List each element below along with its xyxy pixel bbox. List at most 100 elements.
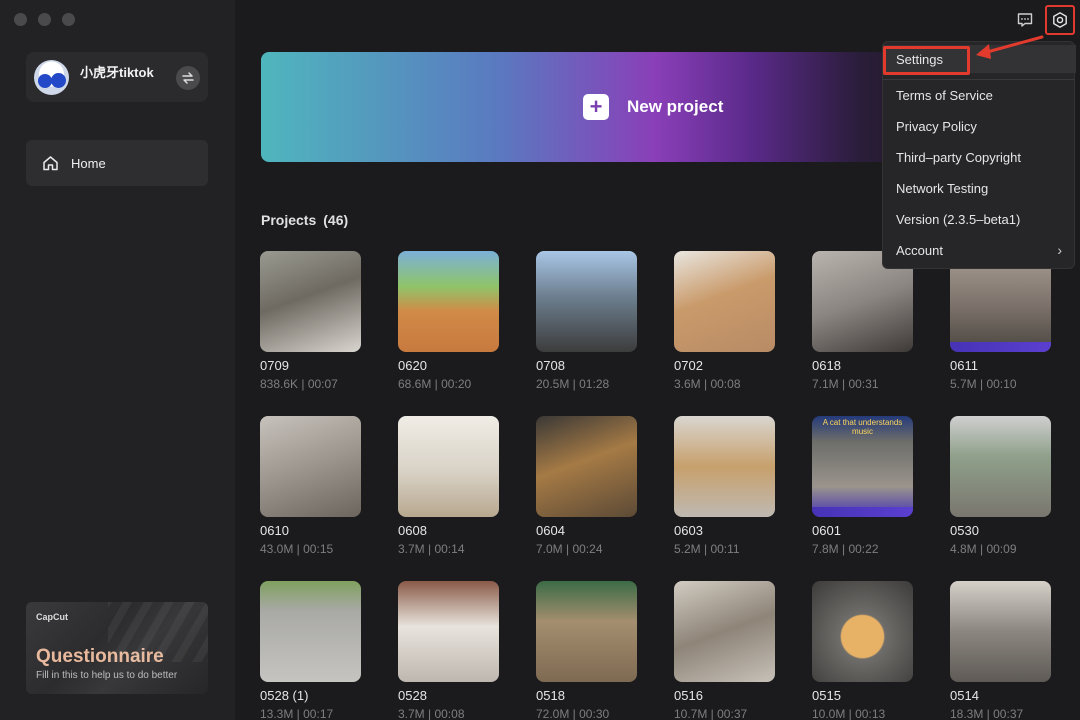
project-meta: 10.0M | 00:13 [812,707,886,720]
menu-item-privacy[interactable]: Privacy Policy [883,112,1076,140]
project-name: 0708 [536,358,565,373]
menu-item-terms[interactable]: Terms of Service [883,81,1076,109]
menu-item-account[interactable]: Account › [883,236,1076,264]
app-window: 小虎牙tiktok Home CapCut Questionnaire Fill… [0,0,1080,720]
project-thumbnail[interactable] [812,581,913,682]
avatar [34,60,69,95]
project-meta: 18.3M | 00:37 [950,707,1024,720]
project-meta: 4.8M | 00:09 [950,542,1017,556]
project-thumbnail[interactable] [536,581,637,682]
project-name: 0530 [950,523,979,538]
project-name: 0528 (1) [260,688,309,703]
project-card[interactable]: 0611 5.7M | 00:10 [950,251,1051,391]
project-name: 0702 [674,358,703,373]
switch-account-icon [182,72,194,84]
project-thumbnail[interactable] [398,251,499,352]
project-name: 0604 [536,523,565,538]
questionnaire-banner[interactable]: CapCut Questionnaire Fill in this to hel… [26,602,208,694]
maximize-window-button[interactable] [62,13,75,26]
menu-item-label: Privacy Policy [896,118,977,134]
project-name: 0514 [950,688,979,703]
project-thumbnail[interactable] [674,416,775,517]
project-meta: 7.1M | 00:31 [812,377,879,391]
project-meta: 838.6K | 00:07 [260,377,338,391]
project-card[interactable]: A cat that understands music 0601 7.8M | 0… [812,416,913,556]
project-thumbnail[interactable] [674,251,775,352]
project-card[interactable]: 0620 68.6M | 00:20 [398,251,499,391]
thumbnail-caption: A cat that understands music [822,418,903,436]
project-name: 0618 [812,358,841,373]
new-project-label: New project [627,97,724,116]
project-meta: 5.2M | 00:11 [674,542,740,556]
menu-item-label: Third–party Copyright [896,149,1021,165]
menu-item-copyright[interactable]: Third–party Copyright [883,143,1076,171]
project-thumbnail[interactable] [260,581,361,682]
project-meta: 7.8M | 00:22 [812,542,879,556]
project-name: 0528 [398,688,427,703]
project-card[interactable]: 0515 10.0M | 00:13 [812,581,913,720]
menu-divider [883,79,1074,80]
window-controls [14,13,75,26]
project-card[interactable]: 0528 3.7M | 00:08 [398,581,499,720]
project-card[interactable]: 0618 7.1M | 00:31 [812,251,913,391]
project-meta: 13.3M | 00:17 [260,707,334,720]
project-card[interactable]: 0528 (1) 13.3M | 00:17 [260,581,361,720]
project-meta: 5.7M | 00:10 [950,377,1017,391]
user-card[interactable]: 小虎牙tiktok [26,52,208,102]
questionnaire-subtitle: Fill in this to help us to do better [36,670,178,681]
settings-menu: Settings Terms of Service Privacy Policy Th… [882,41,1076,269]
projects-title: Projects (46) [261,212,349,228]
annotation-arrow [976,35,1044,59]
project-card[interactable]: 0709 838.6K | 00:07 [260,251,361,391]
project-card[interactable]: 0608 3.7M | 00:14 [398,416,499,556]
project-thumbnail[interactable] [950,416,1051,517]
username: 小虎牙tiktok [80,65,154,80]
project-card[interactable]: 0518 72.0M | 00:30 [536,581,637,720]
project-meta: 10.7M | 00:37 [674,707,748,720]
project-thumbnail[interactable]: A cat that understands music [812,416,913,517]
project-card[interactable]: 0514 18.3M | 00:37 [950,581,1051,720]
project-card[interactable]: 0702 3.6M | 00:08 [674,251,775,391]
project-thumbnail[interactable] [260,416,361,517]
menu-item-network-testing[interactable]: Network Testing [883,174,1076,202]
project-meta: 20.5M | 01:28 [536,377,610,391]
project-card[interactable]: 0530 4.8M | 00:09 [950,416,1051,556]
feedback-icon[interactable] [1016,11,1034,29]
project-name: 0610 [260,523,289,538]
project-thumbnail[interactable] [536,416,637,517]
minimize-window-button[interactable] [38,13,51,26]
project-thumbnail[interactable] [260,251,361,352]
sidebar: 小虎牙tiktok Home CapCut Questionnaire Fill… [0,0,235,720]
project-meta: 7.0M | 00:24 [536,542,603,556]
chevron-right-icon: › [1057,242,1062,258]
project-name: 0709 [260,358,289,373]
plus-icon: + [583,94,609,120]
project-name: 0516 [674,688,703,703]
project-meta: 3.6M | 00:08 [674,377,741,391]
project-card[interactable]: 0708 20.5M | 01:28 [536,251,637,391]
project-thumbnail[interactable] [536,251,637,352]
project-card[interactable]: 0516 10.7M | 00:37 [674,581,775,720]
project-thumbnail[interactable] [950,581,1051,682]
thumbnail-band [812,507,913,517]
project-meta: 68.6M | 00:20 [398,377,472,391]
project-name: 0601 [812,523,841,538]
project-meta: 3.7M | 00:14 [398,542,465,556]
settings-highlight-box [883,46,970,75]
new-project-button[interactable]: + New project [261,52,941,162]
project-card[interactable]: 0604 7.0M | 00:24 [536,416,637,556]
close-window-button[interactable] [14,13,27,26]
capcut-logo: CapCut [36,612,68,622]
sidebar-item-home[interactable]: Home [26,140,208,186]
project-card[interactable]: 0603 5.2M | 00:11 [674,416,775,556]
questionnaire-title: Questionnaire [36,646,164,667]
project-thumbnail[interactable] [398,416,499,517]
menu-item-label: Terms of Service [896,87,993,103]
menu-item-version[interactable]: Version (2.3.5–beta1) [883,205,1076,233]
project-thumbnail[interactable] [398,581,499,682]
project-thumbnail[interactable] [674,581,775,682]
project-card[interactable]: 0610 43.0M | 00:15 [260,416,361,556]
project-name: 0515 [812,688,841,703]
project-meta: 72.0M | 00:30 [536,707,610,720]
switch-account-button[interactable] [176,66,200,90]
